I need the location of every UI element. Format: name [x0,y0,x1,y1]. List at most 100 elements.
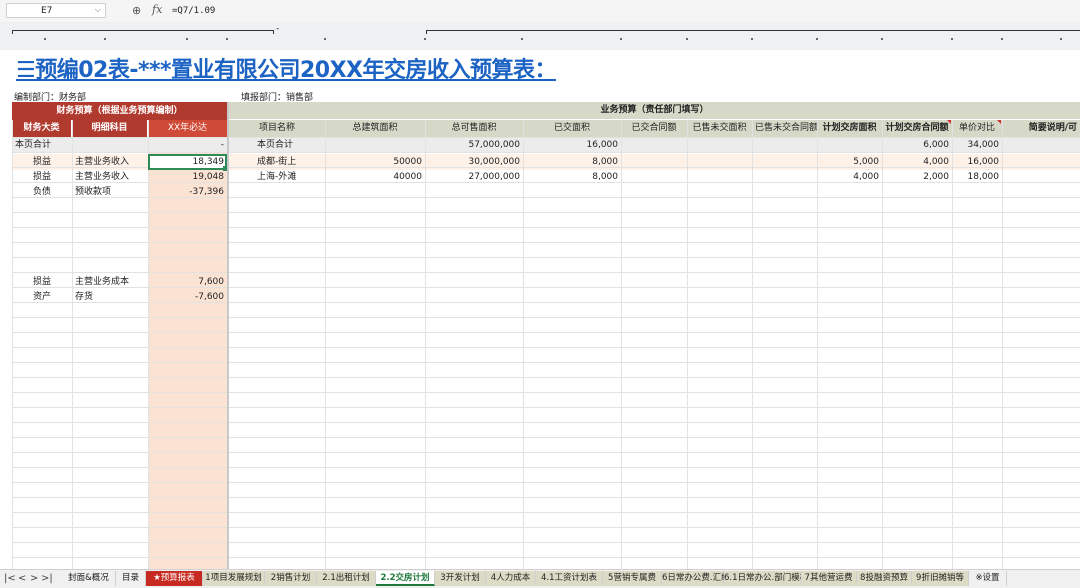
delivered-area-cell[interactable]: 8,000 [523,155,621,170]
project-name-cell[interactable]: 本页合计 [229,138,325,153]
ruler-dot [521,38,523,40]
first-sheet-icon[interactable]: |< [4,571,16,586]
target-value-cell[interactable] [148,230,227,245]
sheet-tab[interactable]: 6.1日常办公.部门模板 [724,571,808,586]
target-value-cell[interactable] [148,245,227,260]
detail-account-cell[interactable]: 主营业务成本 [72,275,148,290]
delivered-amount-cell[interactable] [621,155,687,170]
target-value-cell[interactable]: 18,349 [148,155,227,170]
delivered-amount-cell[interactable] [621,138,687,153]
saleable-area-cell[interactable]: 57,000,000 [425,138,523,153]
category-cell[interactable] [12,215,72,230]
plan-area-cell[interactable]: 5,000 [817,155,882,170]
target-value-cell[interactable] [148,200,227,215]
sold-undelivered-amount-cell[interactable] [752,155,817,170]
plan-amount-cell[interactable]: 6,000 [882,138,952,153]
sheet-tab[interactable]: 3开发计划 [435,571,486,586]
freeze-pane-divider[interactable] [227,102,229,569]
detail-account-cell[interactable]: 主营业务收入 [72,170,148,185]
price-compare-cell[interactable]: 34,000 [952,138,1002,153]
delivered-area-cell[interactable]: 16,000 [523,138,621,153]
zoom-icon[interactable]: ⊕ [132,4,141,17]
target-value-cell[interactable]: 7,600 [148,275,227,290]
detail-account-cell[interactable]: 预收款项 [72,185,148,200]
saleable-area-cell[interactable]: 30,000,000 [425,155,523,170]
comment-marker[interactable] [947,120,951,124]
target-value-cell[interactable] [148,260,227,275]
sheet-tab[interactable]: 1项目发展规划 [203,571,265,586]
category-cell[interactable]: 负债 [12,185,72,200]
sold-undelivered-amount-cell[interactable] [752,138,817,153]
sheet-tab[interactable]: 封面&概况 [62,571,116,586]
target-value-cell[interactable]: -37,396 [148,185,227,200]
target-value-cell[interactable]: 19,048 [148,170,227,185]
sheet-tab[interactable]: 8投融资预算 [857,571,912,586]
detail-account-cell[interactable]: 主营业务收入 [72,155,148,170]
plan-area-cell[interactable] [817,138,882,153]
sheet-tab[interactable]: 7其他营运费 [801,571,857,586]
category-cell[interactable] [12,245,72,260]
ruler-dot [881,38,883,40]
sheet-tab[interactable]: 2.2交房计划 [376,571,435,586]
total-area-cell[interactable] [325,138,425,153]
total-area-cell[interactable]: 50000 [325,155,425,170]
category-cell[interactable]: 损益 [12,170,72,185]
saleable-area-cell[interactable]: 27,000,000 [425,170,523,185]
next-sheet-icon[interactable]: > [30,571,38,586]
detail-account-cell[interactable] [72,245,148,260]
project-name-cell[interactable]: 上海-外滩 [229,170,325,185]
name-box[interactable]: E7 ⌵ [6,3,106,18]
function-icon[interactable]: fx [152,3,162,16]
detail-account-cell[interactable] [72,215,148,230]
cell-reference: E7 [41,6,53,16]
project-name-cell[interactable]: 成都-街上 [229,155,325,170]
last-sheet-icon[interactable]: >| [41,571,53,586]
plan-area-cell[interactable]: 4,000 [817,170,882,185]
sheet-tab[interactable]: 目录 [116,571,146,586]
chevron-down-icon[interactable]: ⌵ [95,5,101,15]
detail-account-cell[interactable] [72,230,148,245]
sheet-tab[interactable]: 6日常办公费.汇编 [662,571,730,586]
price-compare-cell[interactable]: 16,000 [952,155,1002,170]
col-header-notes: 简要说明/可 [1002,120,1080,137]
grid-col-line [425,120,426,569]
category-cell[interactable]: 损益 [12,155,72,170]
target-value-cell[interactable] [148,215,227,230]
target-value-cell[interactable]: - [148,138,227,153]
delivered-amount-cell[interactable] [621,170,687,185]
sheet-tab[interactable]: 5营销专属费 [603,571,662,586]
grid-col-line [1002,120,1003,569]
detail-account-cell[interactable]: 存货 [72,290,148,305]
sheet-tab[interactable]: 4人力成本 [486,571,536,586]
detail-account-cell[interactable] [72,260,148,275]
sheet-tab[interactable]: 2销售计划 [265,571,317,586]
sold-undelivered-amount-cell[interactable] [752,170,817,185]
sheet-tab[interactable]: 2.1出租计划 [317,571,376,586]
plan-amount-cell[interactable]: 4,000 [882,155,952,170]
sold-undelivered-area-cell[interactable] [687,138,752,153]
delivered-area-cell[interactable]: 8,000 [523,170,621,185]
price-compare-cell[interactable]: 18,000 [952,170,1002,185]
category-cell[interactable]: 资产 [12,290,72,305]
prev-sheet-icon[interactable]: < [18,571,26,586]
sheet-tab[interactable]: ※设置 [969,571,1007,586]
sold-undelivered-area-cell[interactable] [687,155,752,170]
detail-account-cell[interactable] [72,138,148,153]
sheet-tab[interactable]: 9折旧摊销等 [912,571,969,586]
detail-account-cell[interactable] [72,200,148,215]
category-cell[interactable] [12,230,72,245]
target-value-cell[interactable]: -7,600 [148,290,227,305]
sold-undelivered-area-cell[interactable] [687,170,752,185]
ruler-dot [424,38,426,40]
total-area-cell[interactable]: 40000 [325,170,425,185]
total-label-cell[interactable]: 本页合计 [12,138,72,153]
plan-amount-cell[interactable]: 2,000 [882,170,952,185]
category-cell[interactable] [12,200,72,215]
sheet-tab[interactable]: 4.1工资计划表 [536,571,603,586]
category-cell[interactable]: 损益 [12,275,72,290]
comment-marker[interactable] [997,120,1001,124]
grid-col-line [621,120,622,569]
sheet-tab[interactable]: ★预算报表 [146,571,203,586]
formula-input[interactable] [172,4,1072,18]
category-cell[interactable] [12,260,72,275]
